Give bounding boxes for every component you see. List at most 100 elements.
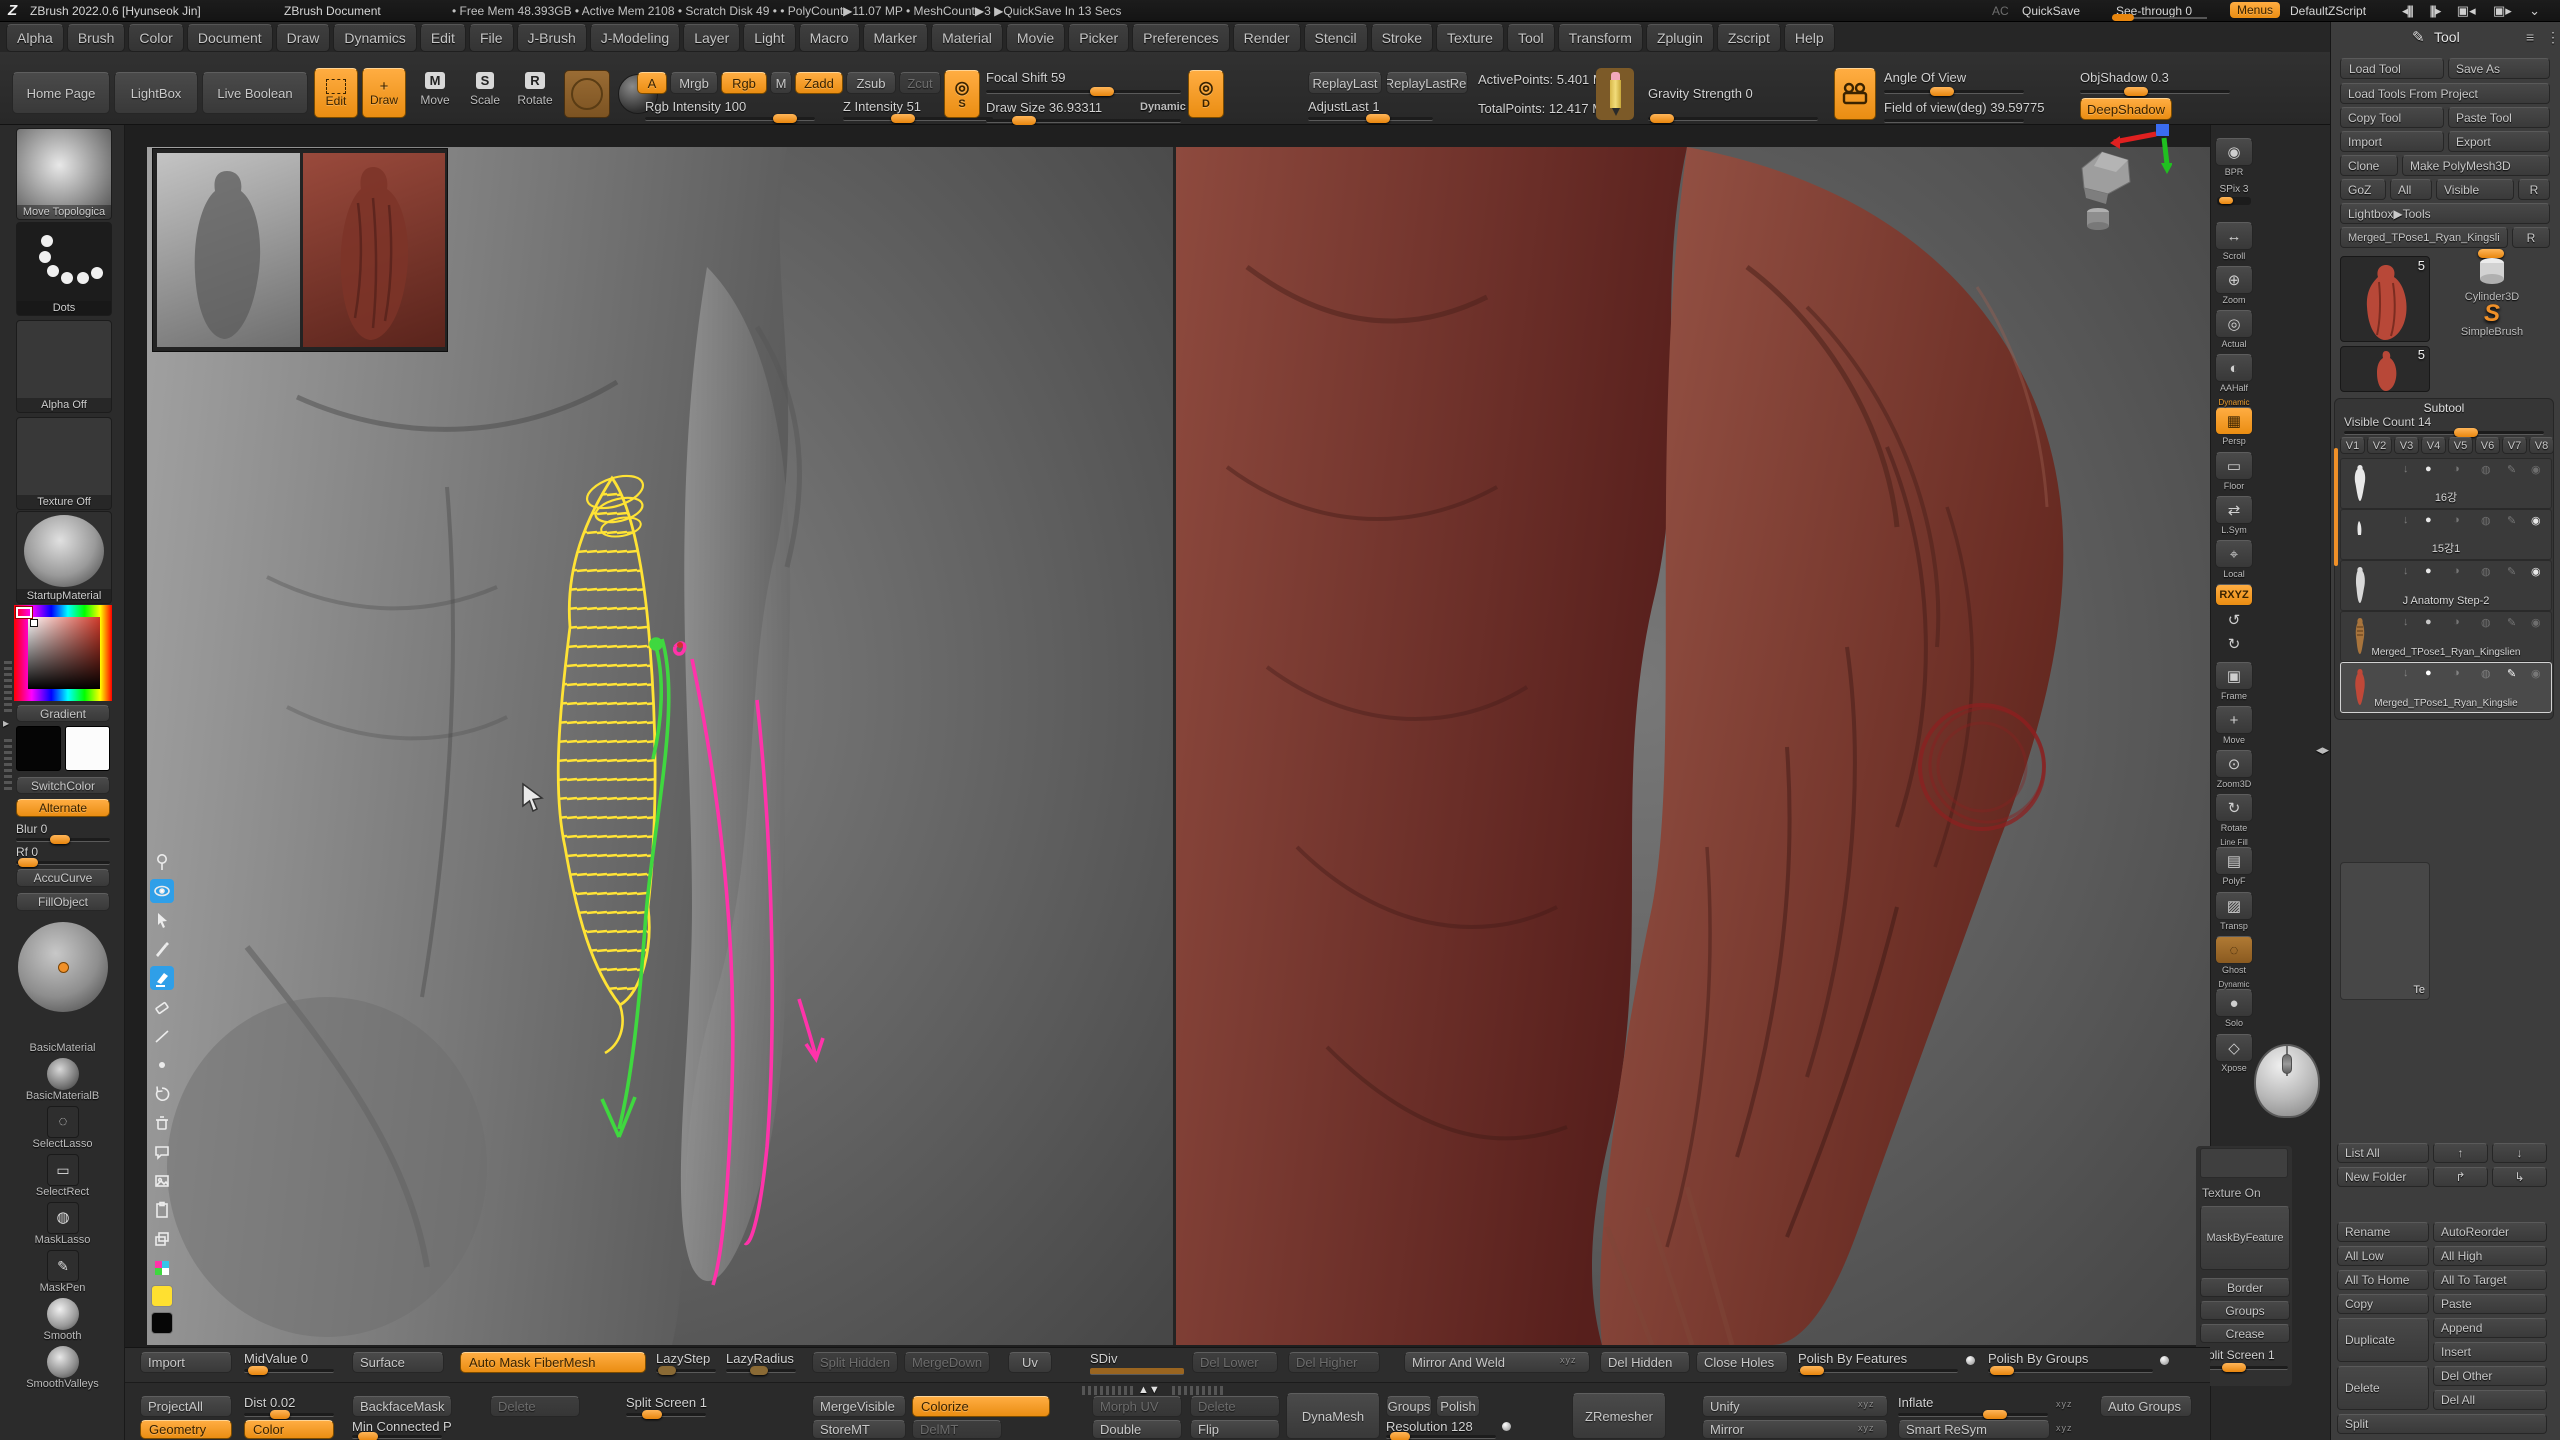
- rgb-intensity-track[interactable]: [645, 117, 815, 121]
- layers-icon[interactable]: [150, 1227, 174, 1251]
- rgb-button[interactable]: Rgb: [721, 72, 767, 94]
- import-mesh-button[interactable]: Import: [140, 1352, 232, 1373]
- fov-track[interactable]: [1884, 119, 2024, 123]
- recent-tool-thumbnail[interactable]: 5 Merged_TPose1_: [2340, 346, 2430, 392]
- color-picker[interactable]: [14, 605, 112, 701]
- lazyradius-knob[interactable]: [750, 1366, 768, 1375]
- active-tool-thumbnail[interactable]: 5 Merged_TPose1_: [2340, 256, 2430, 342]
- midvalue-track[interactable]: [244, 1369, 334, 1373]
- clone-button[interactable]: Clone: [2340, 155, 2398, 176]
- subtool-paint-icon[interactable]: ●: [2425, 667, 2432, 679]
- m-button[interactable]: M: [770, 72, 792, 94]
- quick-item-smoothvalleys[interactable]: SmoothValleys: [0, 1378, 125, 1390]
- menu-light[interactable]: Light: [743, 24, 795, 52]
- floating-preview-box[interactable]: [2200, 1148, 2288, 1178]
- shelf-local[interactable]: ⌖Local: [2214, 540, 2254, 579]
- color-section-button[interactable]: Color: [244, 1420, 334, 1439]
- dist-knob[interactable]: [270, 1410, 290, 1419]
- del-all-button[interactable]: Del All: [2433, 1390, 2547, 1410]
- polish-by-groups-slider[interactable]: Polish By Groups: [1988, 1351, 2088, 1366]
- menu-color[interactable]: Color: [128, 24, 183, 52]
- backfacemask-button[interactable]: BackfaceMask: [352, 1396, 452, 1417]
- load-tool-button[interactable]: Load Tool: [2340, 58, 2444, 79]
- highlighter-icon[interactable]: [150, 966, 174, 990]
- shelf-zoom[interactable]: ⊕Zoom: [2214, 266, 2254, 305]
- subtool-title[interactable]: Subtool: [2334, 401, 2554, 415]
- subtool-eye-icon[interactable]: ◉: [2531, 667, 2541, 680]
- shelf-aahalf[interactable]: ◐AAHalf: [2214, 354, 2254, 393]
- main-color-swatch[interactable]: [16, 726, 61, 771]
- eye-icon[interactable]: [150, 879, 174, 903]
- polish-features-track[interactable]: [1798, 1369, 1958, 1373]
- shelf-spix-slider[interactable]: SPix 3: [2214, 183, 2254, 205]
- chat-icon[interactable]: [150, 1140, 174, 1164]
- subtool-down-icon[interactable]: ↓: [2403, 616, 2409, 628]
- tab-v1[interactable]: V1: [2340, 437, 2365, 454]
- document-canvas[interactable]: [147, 147, 2210, 1345]
- subtool-eye-icon[interactable]: ◉: [2531, 616, 2541, 629]
- all-to-home-button[interactable]: All To Home: [2337, 1270, 2429, 1290]
- polish-groups-mode-dot[interactable]: [2160, 1356, 2169, 1365]
- alpha-channel-button[interactable]: A: [637, 72, 667, 94]
- quick-thumb-smooth[interactable]: [47, 1298, 79, 1330]
- tab-v3[interactable]: V3: [2394, 437, 2419, 454]
- load-tools-from-project-button[interactable]: Load Tools From Project: [2340, 83, 2550, 104]
- reference-image-grayscale[interactable]: [157, 153, 300, 347]
- tool-panel-menu-icon[interactable]: ≡: [2526, 29, 2534, 45]
- flip-button[interactable]: Flip: [1190, 1420, 1280, 1439]
- move-up-button[interactable]: ↑: [2433, 1143, 2488, 1163]
- subtool-circle-icon[interactable]: ◍: [2481, 565, 2491, 578]
- history-scrub-right-icon[interactable]: ||||▸: [2429, 3, 2439, 18]
- sdiv-slider[interactable]: SDiv: [1090, 1351, 1117, 1366]
- adjust-last-track[interactable]: [1308, 117, 1433, 121]
- history-scrub-left-icon[interactable]: ◂||||: [2402, 3, 2412, 18]
- dynamesh-groups-button[interactable]: Groups: [1386, 1396, 1432, 1417]
- reference-images-frame[interactable]: [152, 148, 448, 352]
- adjust-last-knob[interactable]: [1366, 114, 1390, 123]
- menu-movie[interactable]: Movie: [1006, 24, 1065, 52]
- shelf-rot-y[interactable]: ↺: [2214, 610, 2254, 630]
- border-button[interactable]: Border: [2200, 1278, 2290, 1297]
- subtool-moon-icon[interactable]: ◑: [2453, 514, 2460, 526]
- rgb-intensity-slider[interactable]: Rgb Intensity 100: [645, 99, 746, 114]
- gravity-track[interactable]: [1648, 117, 1818, 121]
- angle-of-view-track[interactable]: [1884, 90, 2024, 94]
- gravity-strength-slider[interactable]: Gravity Strength 0: [1648, 86, 1753, 101]
- subtool-down-icon[interactable]: ↓: [2403, 514, 2409, 526]
- tab-v4[interactable]: V4: [2421, 437, 2446, 454]
- quick-item-masklasso[interactable]: MaskLasso: [0, 1234, 125, 1246]
- min-connected-track[interactable]: [352, 1435, 442, 1439]
- shelf-lsym[interactable]: ⇄L.Sym: [2214, 496, 2254, 535]
- lazyradius-track[interactable]: [726, 1369, 796, 1373]
- shelf-xpose[interactable]: ◇Xpose: [2214, 1034, 2254, 1073]
- rgb-intensity-knob[interactable]: [773, 114, 797, 123]
- branch-button[interactable]: ↱: [2433, 1167, 2488, 1187]
- menu-draw[interactable]: Draw: [276, 24, 331, 52]
- projectall-button[interactable]: ProjectAll: [140, 1396, 232, 1417]
- clipboard-icon[interactable]: [150, 1198, 174, 1222]
- append-button[interactable]: Append: [2433, 1318, 2547, 1338]
- quick-thumb-smoothvalleys[interactable]: [47, 1346, 79, 1378]
- current-material-thumbnail[interactable]: StartupMaterial: [16, 511, 112, 604]
- camera-flyout-icon[interactable]: [1834, 68, 1876, 120]
- screenshot-icon[interactable]: [150, 1169, 174, 1193]
- yellow-color-swatch[interactable]: [151, 1285, 173, 1307]
- split-hidden-button[interactable]: Split Hidden: [812, 1352, 898, 1373]
- mrgb-button[interactable]: Mrgb: [670, 72, 718, 94]
- dynamesh-polish-button[interactable]: Polish: [1436, 1396, 1480, 1417]
- save-as-button[interactable]: Save As: [2448, 58, 2550, 79]
- replay-last-button[interactable]: ReplayLast: [1308, 72, 1382, 94]
- mirror-weld-xyz-icon[interactable]: xyz: [1560, 1355, 1577, 1365]
- menu-texture[interactable]: Texture: [1436, 24, 1504, 52]
- duplicate-button[interactable]: Duplicate: [2337, 1318, 2429, 1362]
- pencil-tool-icon[interactable]: [1596, 68, 1634, 120]
- all-low-button[interactable]: All Low: [2337, 1246, 2429, 1266]
- menu-tool[interactable]: Tool: [1507, 24, 1555, 52]
- midvalue-slider[interactable]: MidValue 0: [244, 1351, 308, 1366]
- focal-shift-knob[interactable]: [1090, 87, 1114, 96]
- quick-item-selectlasso[interactable]: SelectLasso: [0, 1138, 125, 1150]
- subtool-circle-icon[interactable]: ◍: [2481, 463, 2491, 476]
- auto-groups-button[interactable]: Auto Groups: [2100, 1396, 2192, 1417]
- palette-split-screen-slider[interactable]: Split Screen 1: [2200, 1348, 2275, 1362]
- eraser-icon[interactable]: [150, 995, 174, 1019]
